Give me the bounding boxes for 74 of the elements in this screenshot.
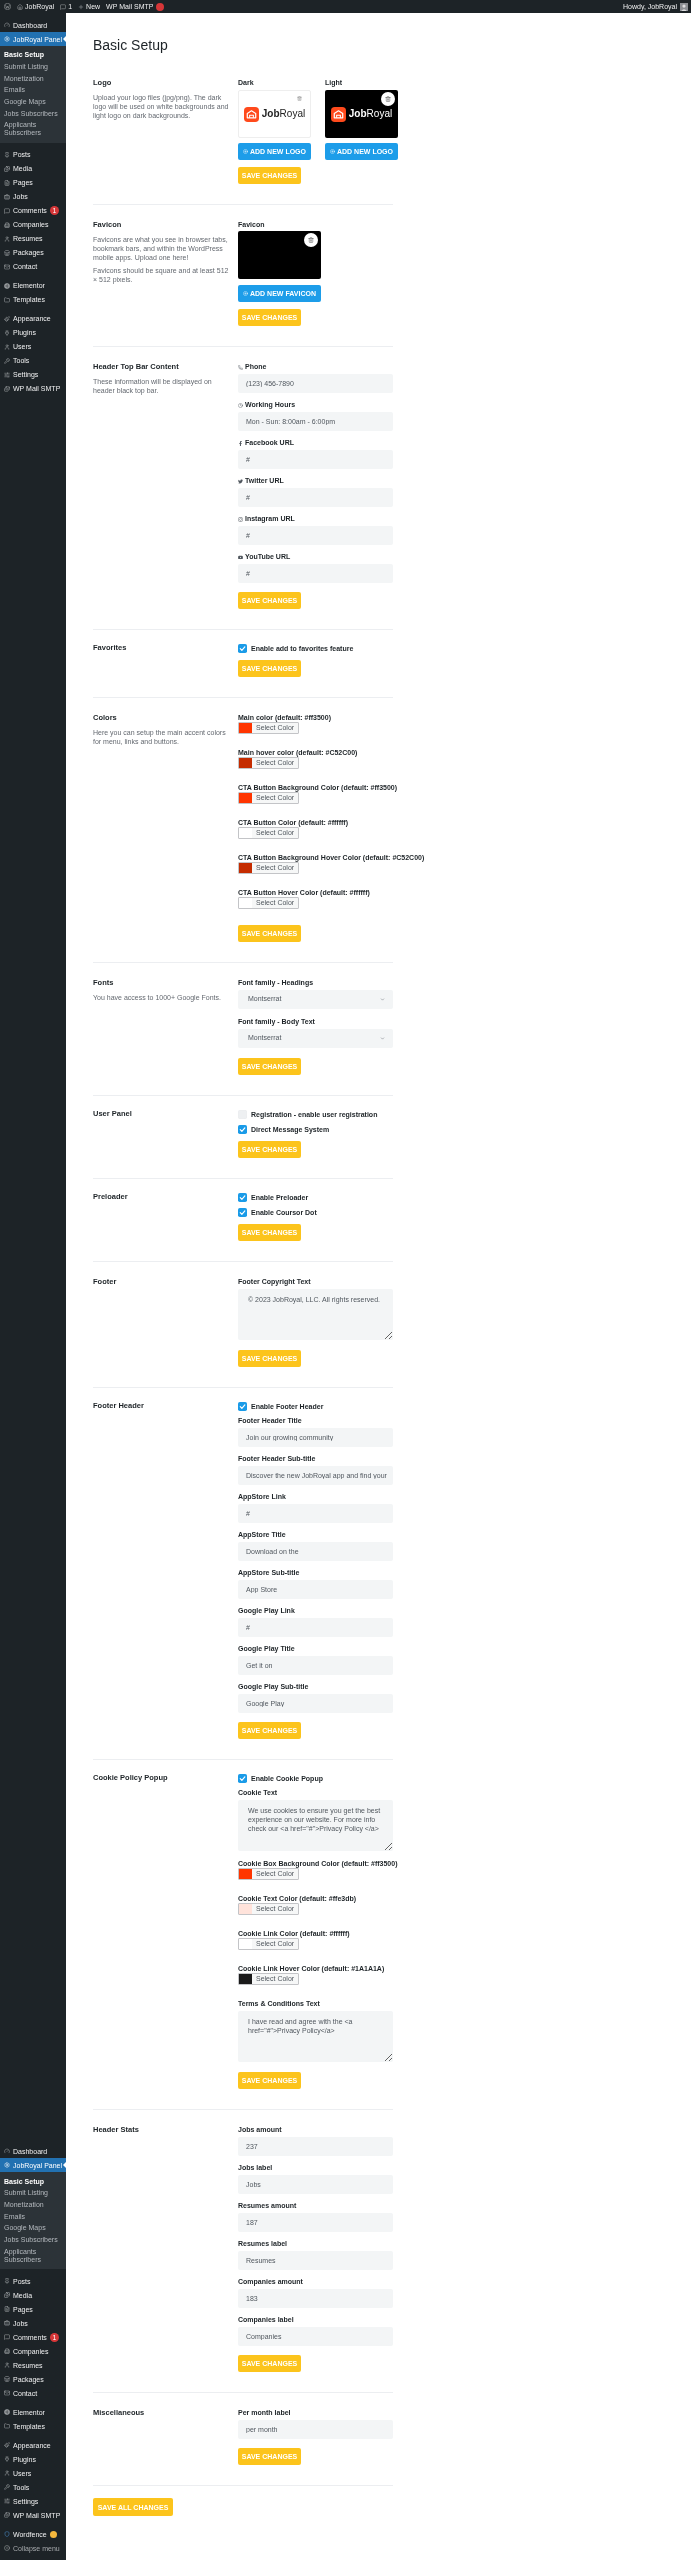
- gear-icon: [4, 2162, 10, 2169]
- delete-button[interactable]: [304, 233, 318, 247]
- gauge-icon: [4, 2148, 10, 2155]
- home-icon: [17, 3, 23, 10]
- pin-icon: [4, 2278, 10, 2284]
- wrench-icon: [4, 2484, 10, 2490]
- circle-bars-icon: [4, 2409, 10, 2415]
- logo-mark-icon: [330, 106, 346, 122]
- delete-button[interactable]: [381, 92, 395, 106]
- checkbox[interactable]: [238, 1125, 247, 1134]
- logo-wordmark: JobRoyal: [261, 108, 306, 120]
- plug-icon: [4, 2456, 10, 2462]
- store-icon: [4, 2376, 10, 2382]
- plus-icon: [78, 3, 85, 10]
- chevron-down-icon: [380, 1036, 385, 1041]
- notch-icon: [63, 35, 66, 42]
- images-icon: [4, 2292, 10, 2298]
- sliders-icon: [4, 2498, 10, 2504]
- pin-icon: [4, 151, 10, 158]
- store-icon: [4, 249, 10, 256]
- page-icon: [4, 2306, 10, 2312]
- speech-bubble-icon: [60, 3, 67, 10]
- envelope-icon: [4, 2390, 10, 2396]
- page-icon: [4, 179, 10, 186]
- envelopes-icon: [4, 385, 10, 392]
- facebook-icon: [238, 440, 243, 446]
- folder-icon: [4, 296, 10, 303]
- page-title: Basic Setup: [93, 37, 169, 54]
- building-icon: [4, 221, 10, 228]
- images-icon: [4, 165, 10, 172]
- person-icon: [4, 2470, 10, 2476]
- person-icon: [4, 2362, 10, 2368]
- building-icon: [4, 2348, 10, 2354]
- briefcase-icon: [4, 2320, 10, 2326]
- sliders-icon: [4, 371, 10, 378]
- brush-icon: [4, 2442, 10, 2448]
- person-icon: [4, 235, 10, 242]
- speech-bubble-icon: [4, 207, 10, 214]
- shield-icon: [4, 2531, 10, 2537]
- notch-icon: [63, 2161, 66, 2168]
- gear-icon: [4, 36, 10, 42]
- logo-mark-icon: [243, 106, 259, 122]
- twitter-icon: [238, 478, 243, 484]
- trash-icon[interactable]: [297, 96, 302, 101]
- instagram-icon: [238, 516, 243, 522]
- checkbox[interactable]: [238, 1774, 247, 1783]
- phone-icon: [238, 364, 243, 370]
- person-icon: [4, 343, 10, 350]
- circle-bars-icon: [4, 282, 10, 289]
- plus-circle-icon: [330, 149, 335, 154]
- youtube-icon: [238, 554, 243, 560]
- checkbox[interactable]: [238, 1193, 247, 1202]
- briefcase-icon: [4, 193, 10, 200]
- collapse-icon: [4, 2545, 10, 2551]
- plus-circle-icon: [243, 291, 248, 296]
- envelope-icon: [4, 263, 10, 270]
- checkbox[interactable]: [238, 1208, 247, 1217]
- checkbox[interactable]: [238, 1402, 247, 1411]
- trash-icon: [308, 237, 314, 243]
- plug-icon: [4, 329, 10, 336]
- checkbox[interactable]: [238, 644, 247, 653]
- speech-bubble-icon: [4, 2334, 10, 2340]
- circle-logo-icon[interactable]: [4, 3, 11, 10]
- wrench-icon: [4, 357, 10, 364]
- plus-circle-icon: [243, 149, 248, 154]
- folder-icon: [4, 2423, 10, 2429]
- gauge-icon: [4, 22, 10, 28]
- brush-icon: [4, 315, 10, 322]
- trash-icon: [385, 96, 391, 102]
- logo-wordmark: JobRoyal: [348, 108, 393, 120]
- avatar-icon: [680, 2, 688, 11]
- envelopes-icon: [4, 2512, 10, 2518]
- chevron-down-icon: [380, 997, 385, 1002]
- clock-icon: [238, 402, 243, 408]
